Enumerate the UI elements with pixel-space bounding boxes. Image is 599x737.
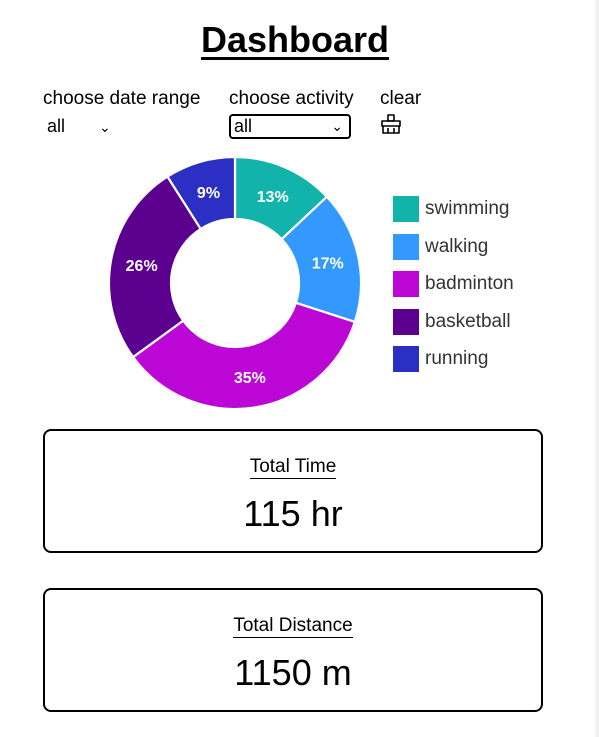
broom-icon[interactable] — [380, 113, 402, 135]
total-time-card: Total Time 115 hr — [43, 429, 543, 553]
activity-value: all — [234, 116, 253, 136]
date-range-label: choose date range — [43, 88, 201, 109]
legend-swatch — [393, 233, 419, 260]
activity-label: choose activity — [229, 88, 354, 109]
legend-label: badminton — [425, 273, 514, 294]
slice-label-badminton: 35% — [234, 370, 266, 387]
date-range-value: all — [47, 116, 66, 136]
scrollbar-edge — [595, 0, 599, 737]
legend-label: walking — [425, 235, 489, 257]
total-distance-card: Total Distance 1150 m — [43, 588, 543, 712]
dashboard-page: Dashboard choose date range all ⌄ choose… — [0, 0, 599, 737]
legend-label: running — [425, 348, 489, 369]
total-time-title: Total Time — [249, 456, 337, 479]
legend-swatch — [393, 196, 419, 222]
total-time-value: 115 hr — [243, 493, 343, 534]
clear-label[interactable]: clear — [380, 87, 421, 111]
page-title: Dashboard — [200, 19, 390, 60]
chevron-down-icon: ⌄ — [331, 118, 343, 134]
total-distance-value: 1150 m — [234, 652, 352, 693]
chevron-down-icon: ⌄ — [99, 119, 111, 135]
activity-donut-chart: 13% 17% 35% 26% 9% — [107, 155, 363, 411]
slice-label-walking: 17% — [312, 255, 344, 272]
activity-select[interactable]: all ⌄ — [229, 114, 351, 139]
legend-swatch — [393, 271, 419, 297]
legend-swatch — [393, 346, 419, 372]
legend-label: basketball — [425, 310, 511, 332]
date-range-select[interactable]: all ⌄ — [47, 114, 117, 138]
legend-label: swimming — [425, 198, 510, 219]
slice-label-basketball: 26% — [126, 258, 158, 275]
slice-label-running: 9% — [197, 185, 220, 202]
total-distance-title: Total Distance — [233, 615, 353, 638]
legend-swatch — [393, 308, 419, 335]
slice-label-swimming: 13% — [257, 189, 289, 206]
